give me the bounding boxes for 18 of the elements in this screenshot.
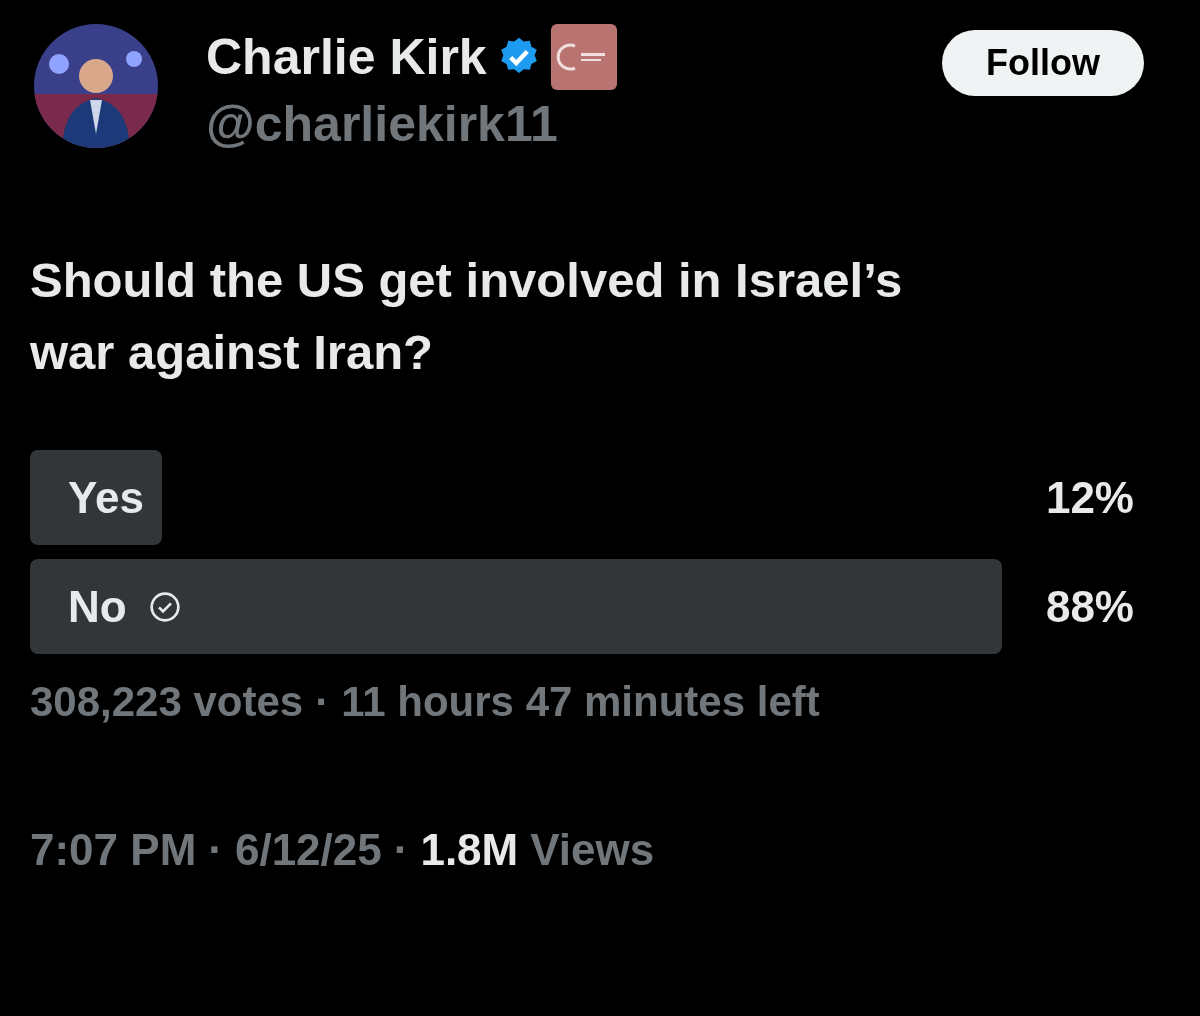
vote-count: 308,223 votes <box>30 677 304 727</box>
author-name[interactable]: Charlie Kirk <box>206 27 487 87</box>
author-handle[interactable]: @charliekirk11 <box>206 94 942 154</box>
poll-option-label: Yes <box>68 471 144 524</box>
affiliation-logo-icon <box>550 24 617 90</box>
separator-dot: · <box>208 824 223 876</box>
separator-dot: · <box>393 824 409 876</box>
poll-option-percent: 12% <box>1045 471 1134 524</box>
poll-option-percent: 88% <box>1045 580 1134 633</box>
separator-dot: · <box>315 677 330 727</box>
follow-button[interactable]: Follow <box>942 30 1144 96</box>
post-time[interactable]: 7:07 PM <box>30 822 197 878</box>
poll-option-label: No <box>68 580 127 633</box>
views-label: Views <box>530 824 655 876</box>
view-count: 1.8M <box>420 824 519 876</box>
poll-question: Should the US get involved in Israel’s war against Iran? <box>30 252 904 381</box>
post-date[interactable]: 6/12/25 <box>234 822 382 878</box>
time-left: 11 hours 47 minutes left <box>341 677 820 727</box>
